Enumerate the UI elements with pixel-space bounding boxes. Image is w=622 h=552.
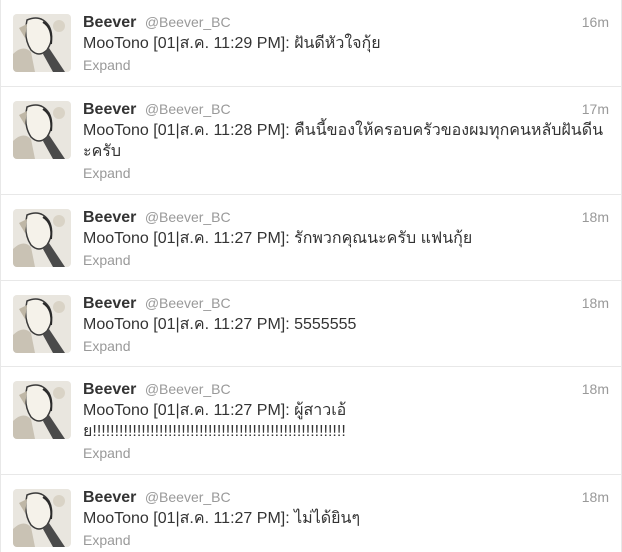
tweet-text: MooTono [01|ส.ค. 11:27 PM]: 5555555 [83,316,357,333]
tweet-item[interactable]: Beever @Beever_BC 18m MooTono [01|ส.ค. 1… [1,474,621,552]
expand-link[interactable]: Expand [83,164,130,182]
author-username[interactable]: @Beever_BC [145,489,231,505]
expand-link[interactable]: Expand [83,56,130,74]
tweet-item[interactable]: Beever @Beever_BC 18m MooTono [01|ส.ค. 1… [1,280,621,366]
expand-link[interactable]: Expand [83,531,130,549]
author-name[interactable]: Beever [83,295,136,312]
avatar[interactable] [13,209,71,267]
author-username[interactable]: @Beever_BC [145,101,231,117]
author-name[interactable]: Beever [83,489,136,506]
tweet-stream: Beever @Beever_BC 16m MooTono [01|ส.ค. 1… [0,0,622,552]
tweet-timestamp[interactable]: 18m [582,292,609,314]
author-name[interactable]: Beever [83,209,136,226]
author-name[interactable]: Beever [83,101,136,118]
author-username[interactable]: @Beever_BC [145,209,231,225]
tweet-item[interactable]: Beever @Beever_BC 17m MooTono [01|ส.ค. 1… [1,86,621,194]
tweet-text: MooTono [01|ส.ค. 11:28 PM]: คืนนี้ของให้… [83,122,604,160]
tweet-text: MooTono [01|ส.ค. 11:27 PM]: รักพวกคุณนะค… [83,230,473,247]
avatar[interactable] [13,295,71,353]
avatar[interactable] [13,489,71,547]
tweet-timestamp[interactable]: 18m [582,206,609,228]
avatar[interactable] [13,14,71,72]
tweet-item[interactable]: Beever @Beever_BC 18m MooTono [01|ส.ค. 1… [1,366,621,474]
expand-link[interactable]: Expand [83,251,130,269]
avatar[interactable] [13,381,71,439]
tweet-timestamp[interactable]: 18m [582,378,609,400]
author-username[interactable]: @Beever_BC [145,14,231,30]
author-username[interactable]: @Beever_BC [145,295,231,311]
tweet-text: MooTono [01|ส.ค. 11:27 PM]: ไม่ได้ยินๆ [83,510,361,527]
tweet-text: MooTono [01|ส.ค. 11:29 PM]: ฝันดีหัวใจกุ… [83,35,381,52]
author-name[interactable]: Beever [83,14,136,31]
tweet-timestamp[interactable]: 18m [582,486,609,508]
avatar[interactable] [13,101,71,159]
author-username[interactable]: @Beever_BC [145,381,231,397]
tweet-text: MooTono [01|ส.ค. 11:27 PM]: ผู้สาวเอ้ย!!… [83,402,347,440]
tweet-timestamp[interactable]: 17m [582,98,609,120]
expand-link[interactable]: Expand [83,337,130,355]
tweet-timestamp[interactable]: 16m [582,11,609,33]
expand-link[interactable]: Expand [83,444,130,462]
tweet-item[interactable]: Beever @Beever_BC 18m MooTono [01|ส.ค. 1… [1,194,621,280]
author-name[interactable]: Beever [83,381,136,398]
tweet-item[interactable]: Beever @Beever_BC 16m MooTono [01|ส.ค. 1… [1,0,621,86]
